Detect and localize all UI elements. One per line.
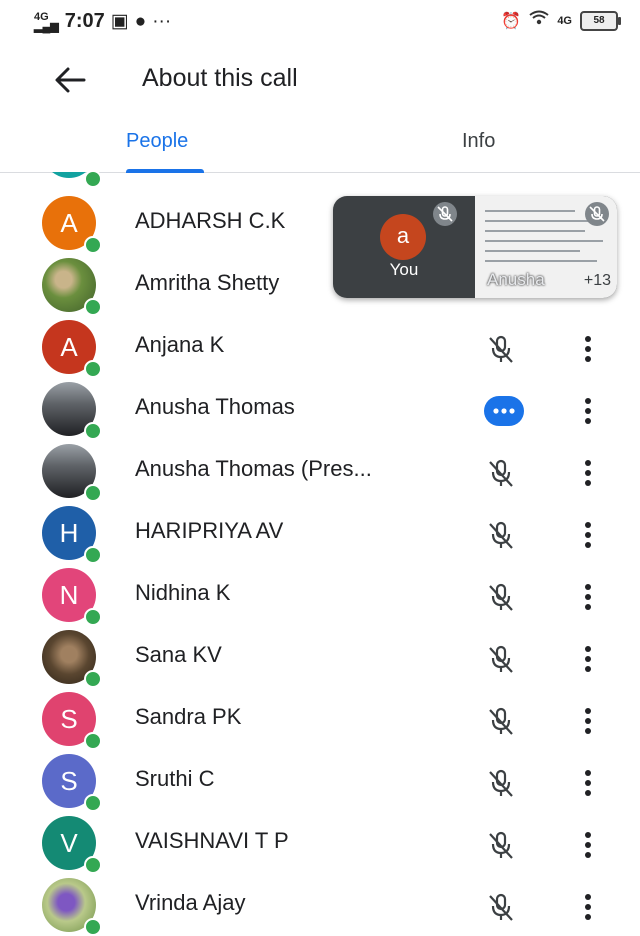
- participant-row[interactable]: V VAISHNAVI T P: [0, 808, 640, 874]
- audio-level-icon: [493, 408, 515, 414]
- participant-name: Sandra PK: [135, 704, 242, 729]
- participant-name: VAISHNAVI T P: [135, 828, 289, 853]
- mic-off-icon: [585, 202, 609, 226]
- participant-name: ADHARSH C.K: [135, 208, 286, 233]
- back-button[interactable]: [50, 62, 90, 98]
- participant-name: Anusha Thomas (Pres...: [135, 456, 372, 481]
- participant-row[interactable]: Sana KV: [0, 622, 640, 688]
- document-line: [485, 250, 580, 252]
- notification-icon: ▣: [110, 11, 129, 32]
- mic-off-icon[interactable]: [484, 828, 518, 862]
- participant-row[interactable]: N Nidhina K: [0, 560, 640, 626]
- participant-row[interactable]: H HARIPRIYA AV: [0, 498, 640, 564]
- participant-row[interactable]: Anusha Thomas: [0, 374, 640, 440]
- participant-row[interactable]: Vrinda Ajay: [0, 870, 640, 936]
- self-view-tile[interactable]: a You: [333, 196, 475, 298]
- participant-row[interactable]: S Sruthi C: [0, 746, 640, 812]
- arrow-back-icon: [55, 67, 86, 93]
- speaking-indicator[interactable]: [484, 396, 524, 426]
- participant-name: Anusha Thomas: [135, 394, 295, 419]
- tab-bar: People Info: [0, 118, 640, 173]
- wifi-icon: [529, 10, 549, 31]
- network-type: 4G: [34, 10, 49, 23]
- participant-name: Vrinda Ajay: [135, 890, 246, 915]
- participant-name: Sruthi C: [135, 766, 215, 791]
- more-participants-count: +13: [583, 272, 611, 289]
- participant-name: Nidhina K: [135, 580, 231, 605]
- tab-info[interactable]: Info: [462, 130, 495, 153]
- page-title: About this call: [142, 64, 298, 92]
- mic-off-icon: [433, 202, 457, 226]
- mic-off-icon[interactable]: [484, 642, 518, 676]
- mic-off-icon[interactable]: [484, 518, 518, 552]
- more-options-icon[interactable]: [576, 828, 600, 862]
- floating-video-preview[interactable]: a You Anusha +13: [333, 196, 617, 298]
- mic-off-icon[interactable]: [484, 890, 518, 924]
- participant-row[interactable]: S Sandra PK: [0, 684, 640, 750]
- more-options-icon[interactable]: [576, 394, 600, 428]
- document-line: [485, 260, 597, 262]
- participant-name: Amritha Shetty: [135, 270, 280, 295]
- self-avatar: a: [380, 214, 426, 260]
- status-bar: 4G ▂▄▆ 7:07 ▣ ● ··· ⏰ 4G 58: [0, 0, 640, 44]
- presenter-name: Anusha: [487, 270, 545, 289]
- more-options-icon[interactable]: [576, 518, 600, 552]
- signal-icon: 4G ▂▄▆: [34, 10, 59, 33]
- mic-off-icon[interactable]: [484, 332, 518, 366]
- self-label: You: [389, 260, 419, 279]
- presentation-tile[interactable]: Anusha +13: [475, 196, 617, 298]
- participant-name: Anjana K: [135, 332, 225, 357]
- mic-off-icon[interactable]: [484, 456, 518, 490]
- more-options-icon[interactable]: [576, 704, 600, 738]
- mic-off-icon[interactable]: [484, 766, 518, 800]
- network-type-right: 4G: [557, 14, 572, 27]
- presence-dot: [84, 172, 102, 188]
- mic-off-icon[interactable]: [484, 704, 518, 738]
- more-options-icon[interactable]: [576, 890, 600, 924]
- document-line: [485, 230, 585, 232]
- more-options-icon[interactable]: [576, 766, 600, 800]
- document-line: [485, 220, 595, 222]
- more-options-icon[interactable]: [576, 332, 600, 366]
- participant-row[interactable]: A Anjana K: [0, 312, 640, 378]
- tab-people[interactable]: People: [126, 130, 188, 153]
- participant-row[interactable]: Anusha Thomas (Pres...: [0, 436, 640, 502]
- clock: 7:07: [64, 10, 105, 32]
- battery-icon: 58: [580, 10, 621, 31]
- participant-name: Sana KV: [135, 642, 222, 667]
- document-line: [485, 210, 575, 212]
- participant-name: HARIPRIYA AV: [135, 518, 284, 543]
- more-notifications: ···: [152, 10, 172, 32]
- more-options-icon[interactable]: [576, 456, 600, 490]
- more-options-icon[interactable]: [576, 642, 600, 676]
- mic-off-icon[interactable]: [484, 580, 518, 614]
- shield-icon: ●: [134, 10, 147, 32]
- app-bar: About this call: [0, 44, 640, 118]
- more-options-icon[interactable]: [576, 580, 600, 614]
- status-bar-right: ⏰ 4G 58: [501, 10, 621, 31]
- alarm-icon: ⏰: [501, 12, 522, 30]
- document-line: [485, 240, 603, 242]
- battery-level: 58: [593, 14, 605, 26]
- status-bar-left: 4G ▂▄▆ 7:07 ▣ ● ···: [34, 10, 171, 33]
- presence-dot: [84, 918, 102, 936]
